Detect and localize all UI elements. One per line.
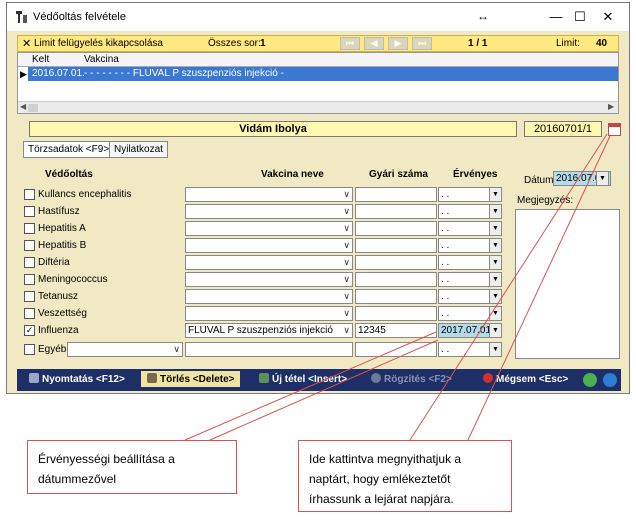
callout-validity: Érvényességi beállítása a dátummezővel xyxy=(27,440,237,494)
callout-calendar: Ide kattintva megnyithatjuk a naptárt, h… xyxy=(298,440,512,512)
